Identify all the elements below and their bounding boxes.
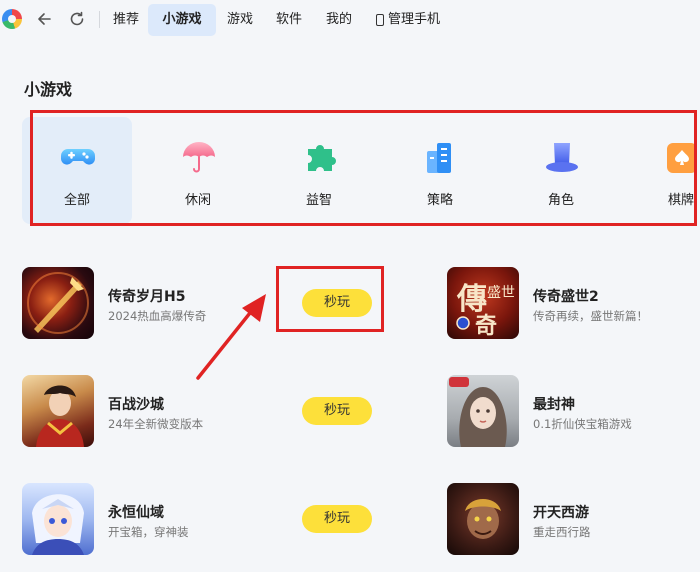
tab-recommend[interactable]: 推荐 xyxy=(108,4,144,36)
top-nav-bar: 推荐 小游戏 游戏 软件 我的 管理手机 xyxy=(0,0,700,40)
manage-phone-button[interactable]: 管理手机 xyxy=(376,4,456,36)
game-description: 开宝箱，穿神装 xyxy=(108,525,189,539)
page-title: 小游戏 xyxy=(24,80,73,99)
game-thumbnail: 傳盛世奇 xyxy=(447,267,519,339)
game-name: 最封神 xyxy=(533,397,575,413)
game-name: 百战沙城 xyxy=(108,397,164,413)
tab-mini-games[interactable]: 小游戏 xyxy=(148,4,216,36)
tab-software[interactable]: 软件 xyxy=(271,4,307,36)
app-logo-icon xyxy=(2,9,22,29)
game-thumbnail xyxy=(447,483,519,555)
game-item-kaitian-xiyou[interactable]: 开天西游 重走西行路 xyxy=(447,483,700,555)
play-now-button[interactable]: 秒玩 xyxy=(302,505,372,533)
svg-text:盛世: 盛世 xyxy=(487,285,515,301)
game-thumbnail xyxy=(22,375,94,447)
game-thumbnail xyxy=(22,483,94,555)
game-item-chuanqi-shengshi[interactable]: 傳盛世奇 传奇盛世2 传奇再续，盛世新篇！ xyxy=(447,267,700,339)
manage-phone-label: 管理手机 xyxy=(388,12,441,27)
game-description: 0.1折仙侠宝箱游戏 xyxy=(533,417,632,431)
play-now-button[interactable]: 秒玩 xyxy=(302,397,372,425)
annotation-arrow-icon xyxy=(196,294,266,380)
game-item-zui-fengshen[interactable]: 最封神 0.1折仙侠宝箱游戏 xyxy=(447,375,700,447)
game-name: 永恒仙域 xyxy=(108,505,164,521)
svg-text:奇: 奇 xyxy=(475,313,497,339)
game-name: 开天西游 xyxy=(533,505,589,521)
svg-text:傳: 傳 xyxy=(456,282,487,317)
tab-mine[interactable]: 我的 xyxy=(321,4,357,36)
categories-highlight-box xyxy=(30,110,697,226)
refresh-icon[interactable] xyxy=(68,10,86,28)
game-name: 传奇岁月H5 xyxy=(108,289,186,305)
phone-icon xyxy=(376,14,384,26)
game-thumbnail xyxy=(22,267,94,339)
game-item-yongheng-xianyu[interactable]: 永恒仙域 开宝箱，穿神装 xyxy=(22,483,322,555)
game-name: 传奇盛世2 xyxy=(533,289,599,305)
tab-games[interactable]: 游戏 xyxy=(222,4,258,36)
game-thumbnail xyxy=(447,375,519,447)
play-button-highlight-box xyxy=(276,266,384,332)
back-arrow-icon[interactable] xyxy=(36,10,54,28)
game-item-baizhan-shacheng[interactable]: 百战沙城 24年全新微变版本 xyxy=(22,375,322,447)
nav-divider xyxy=(99,11,100,28)
game-description: 24年全新微变版本 xyxy=(108,417,204,431)
game-description: 传奇再续，盛世新篇！ xyxy=(533,309,648,323)
game-description: 重走西行路 xyxy=(533,525,591,539)
